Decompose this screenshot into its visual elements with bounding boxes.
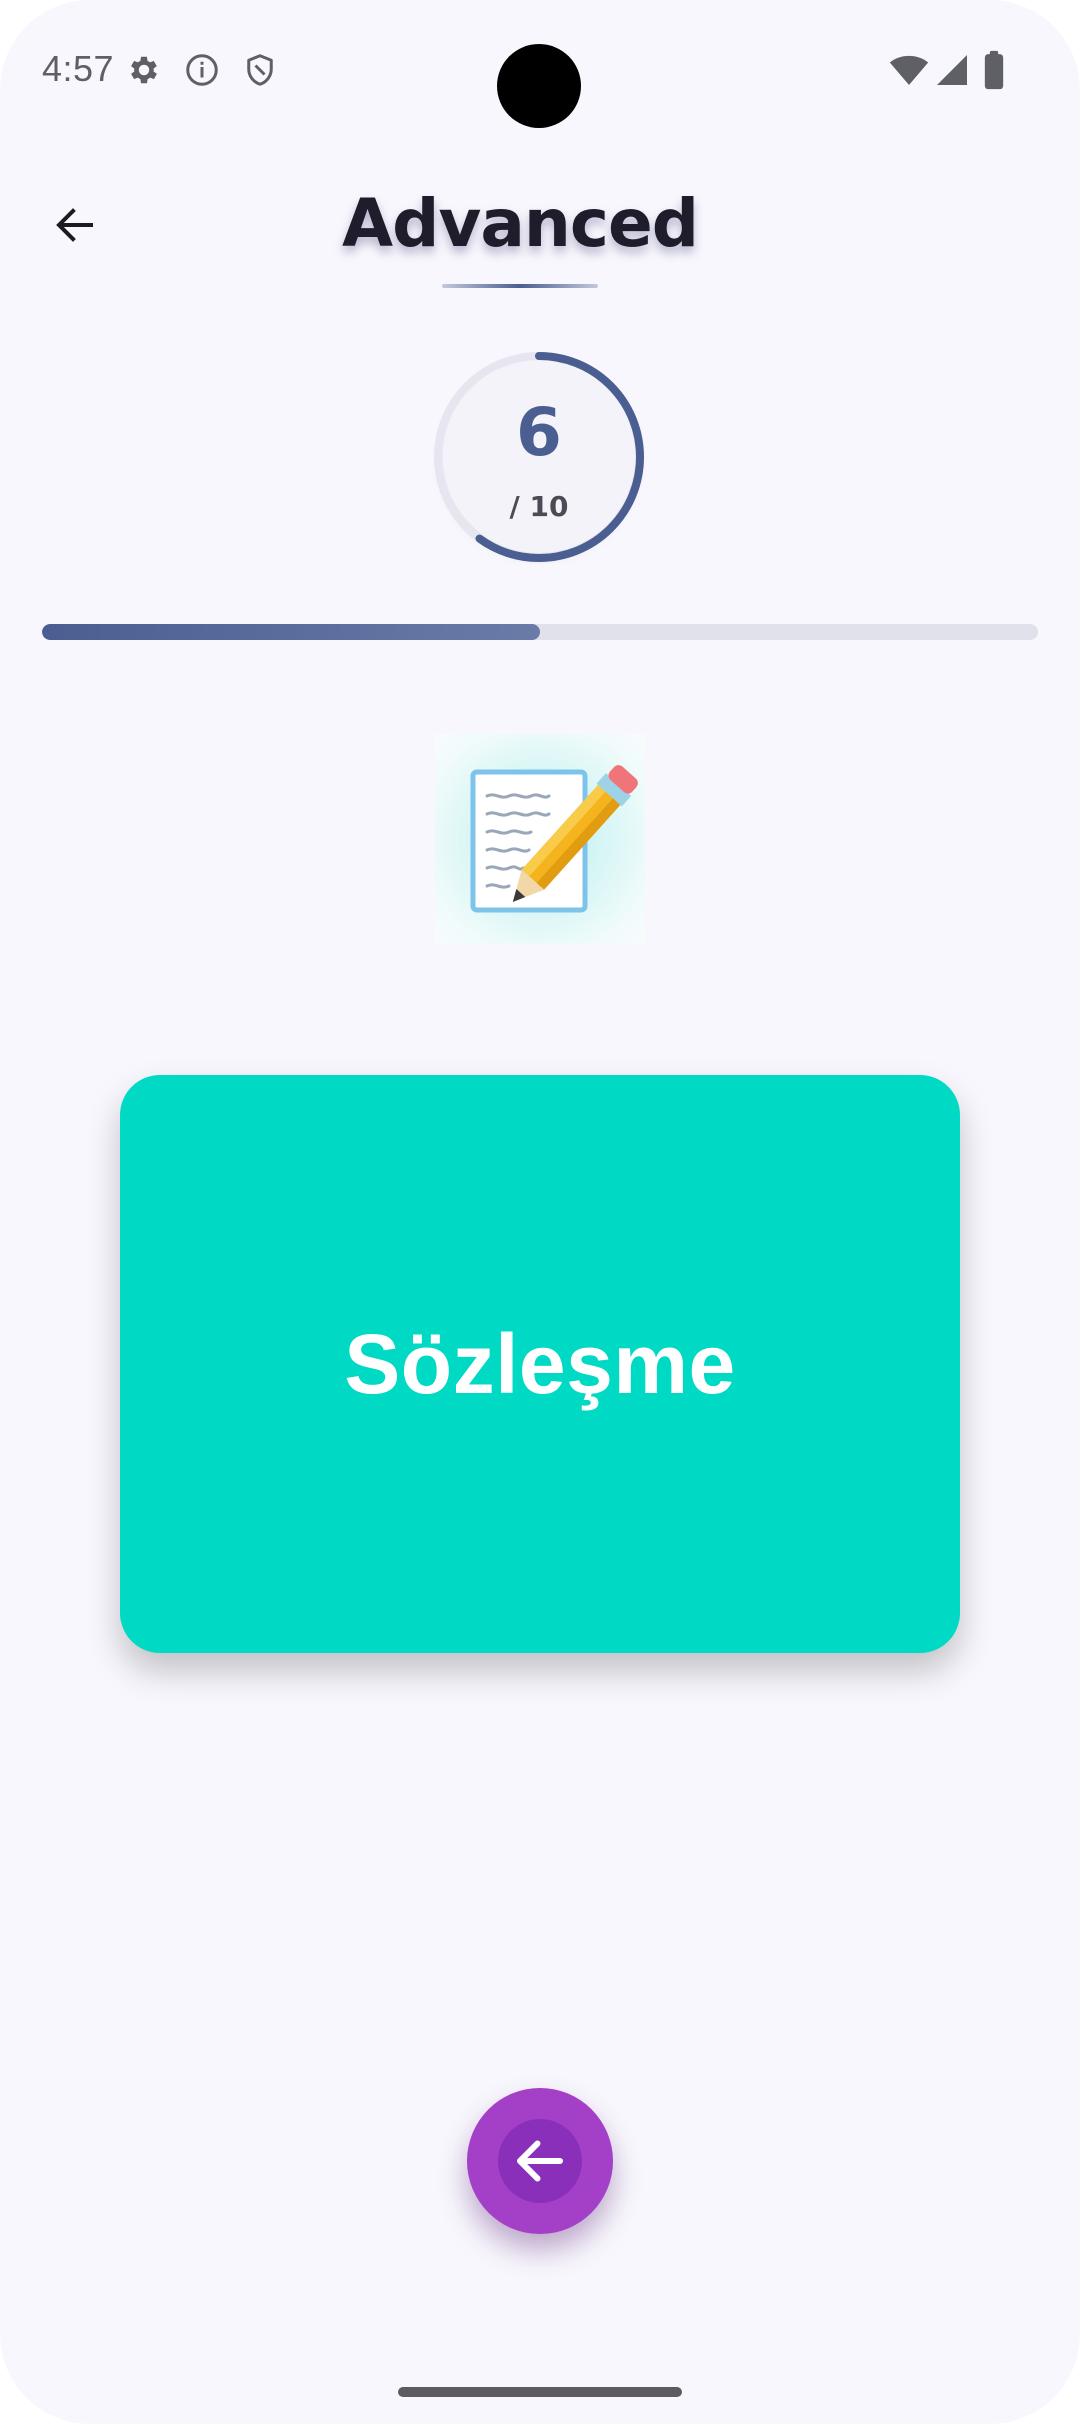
shield-icon — [247, 54, 273, 86]
status-time: 4:57 — [42, 48, 115, 89]
progress-bar — [42, 624, 1038, 640]
progress-total: / 10 — [509, 490, 569, 523]
page-title: Advanced — [342, 185, 699, 262]
cellular-signal-icon — [937, 55, 967, 85]
gear-icon — [131, 56, 157, 84]
title-underline — [442, 284, 598, 288]
home-indicator[interactable] — [398, 2387, 682, 2397]
progress-circle: 6 / 10 — [432, 350, 646, 564]
memo-pencil-icon — [470, 765, 638, 913]
previous-button-inner — [498, 2119, 582, 2203]
arrow-left-icon — [517, 2140, 563, 2182]
info-icon — [186, 54, 218, 86]
battery-icon — [984, 50, 1004, 90]
front-camera — [497, 44, 581, 128]
previous-button[interactable] — [467, 2088, 613, 2234]
status-bar: 4:57 — [0, 0, 1080, 140]
card-word: Sözleşme — [344, 1316, 736, 1411]
wifi-icon — [889, 55, 929, 85]
progress-current: 6 — [516, 394, 562, 471]
flash-card[interactable]: Sözleşme — [120, 1075, 960, 1653]
progress-bar-fill — [42, 624, 540, 640]
app-screen: 4:57 Advanced 6 / 10 Sözleşme — [0, 0, 1080, 2424]
word-illustration — [435, 734, 645, 944]
